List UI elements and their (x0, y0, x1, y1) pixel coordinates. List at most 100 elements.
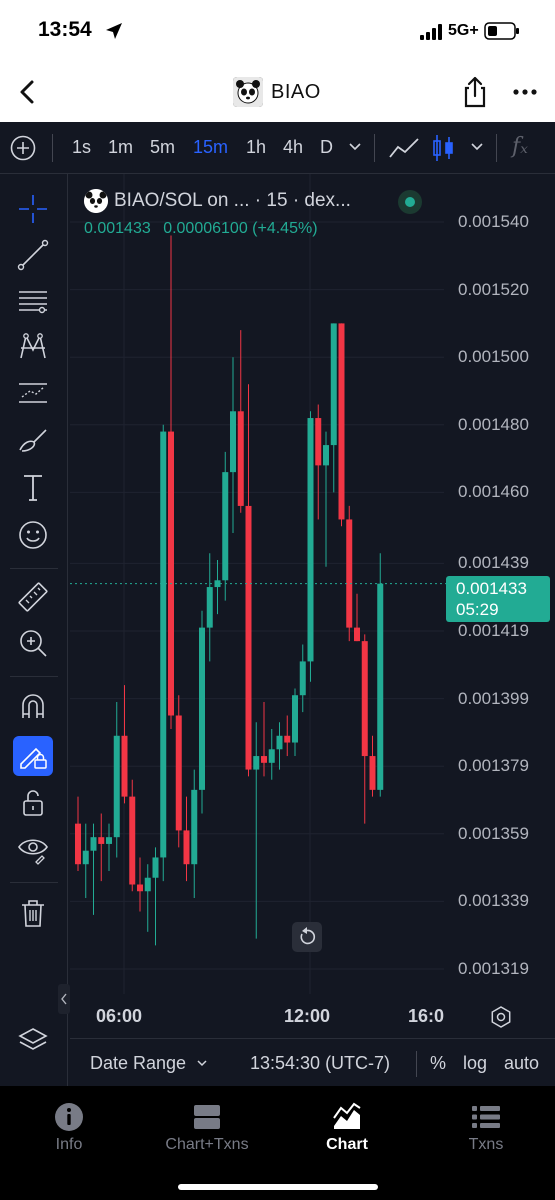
magnet-icon[interactable] (16, 690, 50, 724)
percent-scale-toggle[interactable]: % (430, 1053, 446, 1074)
candle-body (330, 323, 337, 446)
tab-chart[interactable]: Chart (278, 1102, 416, 1162)
candle-body (276, 735, 283, 750)
fib-retracement-icon[interactable] (16, 284, 50, 318)
price-axis-label: 0.001419 (458, 620, 529, 640)
market-status-indicator (398, 190, 422, 214)
status-time: 13:54 (38, 18, 92, 41)
price-axis-label: 0.001460 (458, 482, 529, 502)
crosshair-icon[interactable] (16, 192, 50, 226)
chevron-down-icon[interactable] (470, 141, 484, 153)
time-axis-label: 16:0 (408, 1006, 445, 1026)
candle-body (299, 661, 306, 696)
toolbar-divider (416, 1051, 417, 1077)
brush-icon[interactable] (16, 422, 50, 456)
pencil-lock-icon[interactable] (16, 739, 50, 773)
visibility-eye-icon[interactable] (16, 832, 50, 866)
candle-body (75, 823, 81, 865)
candle-body (268, 749, 275, 763)
candle-body (121, 735, 128, 797)
interval-1m[interactable]: 1m (108, 137, 133, 158)
interval-d[interactable]: D (320, 137, 333, 158)
tab-label: Info (55, 1136, 83, 1153)
forecast-tool-icon[interactable] (16, 376, 50, 410)
toolbar-divider (52, 134, 53, 162)
candle-body (338, 323, 345, 520)
battery-icon (484, 22, 519, 40)
toolbar-divider (10, 882, 58, 883)
indicators-fx-icon[interactable]: fₓ (512, 134, 528, 159)
chart-area: BIAO/SOL on ... · 15 · dex... 0.001433 0… (0, 174, 555, 1086)
zoom-in-icon[interactable] (16, 626, 50, 660)
time-axis-label: 12:00 (284, 1006, 331, 1026)
clock-timezone[interactable]: 13:54:30 (UTC-7) (250, 1053, 390, 1074)
candle-body (307, 418, 314, 662)
candle-body (245, 505, 252, 770)
reset-chart-button[interactable] (292, 922, 322, 952)
page-title: BIAO (271, 80, 321, 103)
date-range-button[interactable]: Date Range (90, 1053, 186, 1074)
price-axis-label: 0.001359 (458, 823, 529, 843)
price-axis-label: 0.001520 (458, 279, 529, 299)
ruler-icon[interactable] (16, 580, 50, 614)
price-axis-label: 0.001379 (458, 756, 529, 776)
line-chart-type-icon[interactable] (388, 135, 420, 161)
candle-body (98, 837, 105, 844)
bottom-tab-bar: Info Chart+Txns Chart Txns (0, 1086, 555, 1200)
auto-scale-toggle[interactable]: auto (504, 1053, 539, 1074)
interval-15m[interactable]: 15m (193, 137, 228, 158)
trash-icon[interactable] (16, 896, 50, 930)
panda-logo-icon (233, 77, 263, 107)
cellular-signal-icon (420, 24, 442, 40)
symbol-title: BIAO/SOL on ... · 15 · dex... (114, 190, 351, 211)
candle-body (315, 418, 322, 466)
interval-5m[interactable]: 5m (150, 137, 175, 158)
toolbar-divider (10, 676, 58, 677)
candle-body (144, 877, 151, 892)
chart-legend[interactable]: BIAO/SOL on ... · 15 · dex... (84, 188, 351, 214)
add-symbol-icon[interactable] (10, 135, 36, 161)
token-title: BIAO (233, 76, 321, 108)
chevron-down-icon[interactable] (348, 141, 362, 153)
chevron-down-icon[interactable] (196, 1059, 208, 1069)
collapse-toolbar-button[interactable] (58, 984, 70, 1014)
legend-last-price: 0.001433 (84, 220, 151, 237)
drawing-toolbar (0, 174, 70, 1086)
price-axis-label: 0.001480 (458, 414, 529, 434)
price-axis-label: 0.001540 (458, 212, 529, 231)
trend-line-icon[interactable] (16, 238, 50, 272)
tab-chart-txns[interactable]: Chart+Txns (138, 1102, 276, 1162)
interval-1s[interactable]: 1s (72, 137, 91, 158)
candle-body (292, 695, 298, 743)
interval-1h[interactable]: 1h (246, 137, 266, 158)
pattern-tool-icon[interactable] (16, 330, 50, 364)
candle-body (106, 837, 112, 844)
price-axis-label: 0.001500 (458, 347, 529, 367)
current-price-tag: 0.001433 05:29 (446, 576, 550, 622)
interval-4h[interactable]: 4h (283, 137, 303, 158)
unlock-icon[interactable] (16, 786, 50, 820)
toolbar-divider (374, 134, 375, 162)
candle-body (369, 756, 376, 790)
log-scale-toggle[interactable]: log (463, 1053, 487, 1074)
candles-chart-type-icon[interactable] (432, 133, 454, 163)
candle-body (160, 431, 167, 858)
share-icon[interactable] (460, 76, 490, 108)
chart-settings-icon[interactable] (488, 1004, 514, 1030)
info-icon (55, 1103, 83, 1131)
candle-body (346, 519, 353, 628)
object-tree-layers-icon[interactable] (16, 1024, 50, 1058)
chart-bottom-bar: Date Range 13:54:30 (UTC-7) % log auto (70, 1038, 555, 1086)
emoji-icon[interactable] (16, 518, 50, 552)
back-chevron-icon[interactable] (14, 78, 40, 106)
tab-info[interactable]: Info (0, 1102, 138, 1162)
panda-logo-icon (84, 189, 108, 213)
candle-body (230, 411, 236, 473)
candle-body (113, 735, 120, 838)
text-tool-icon[interactable] (16, 470, 50, 504)
tab-txns[interactable]: Txns (417, 1102, 555, 1162)
candle-body (152, 857, 159, 878)
candle-body (284, 735, 291, 743)
candle-body (253, 756, 260, 770)
more-options-icon[interactable] (512, 82, 538, 102)
